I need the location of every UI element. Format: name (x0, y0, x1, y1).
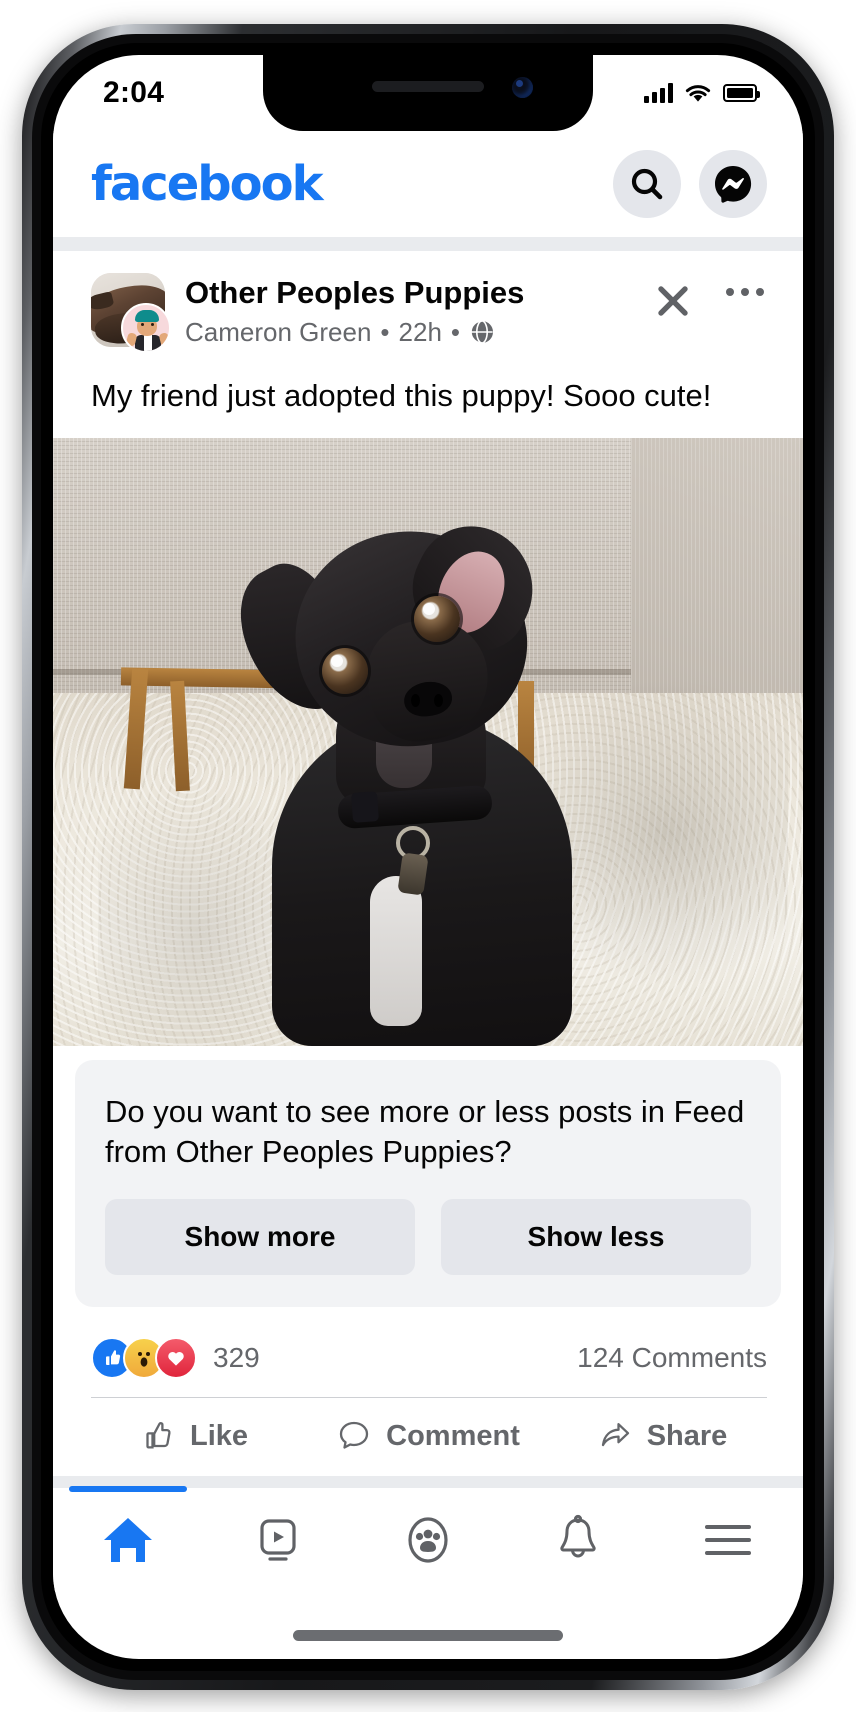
reaction-count: 329 (213, 1342, 260, 1374)
show-less-button[interactable]: Show less (441, 1199, 751, 1276)
header-actions (613, 150, 767, 218)
puppy-subject (218, 507, 638, 1046)
home-icon (104, 1518, 152, 1563)
feed-post: Other Peoples Puppies Cameron Green • 22… (53, 251, 803, 1477)
phone-screen: 2:04 facebook Other Peoples Puppies Came… (53, 55, 803, 1659)
comment-bubble-icon (339, 1422, 369, 1449)
messenger-button[interactable] (699, 150, 767, 218)
survey-container: Do you want to see more or less posts in… (53, 1045, 803, 1316)
groups-icon (408, 1517, 448, 1563)
video-play-icon (260, 1519, 296, 1561)
post-subtitle: Cameron Green • 22h • (185, 317, 651, 348)
comment-button[interactable]: Comment (311, 1418, 545, 1454)
comment-count[interactable]: 124 Comments (577, 1342, 767, 1374)
header-divider (53, 237, 803, 251)
author-mini-avatar (121, 303, 171, 353)
cellular-signal-icon (644, 83, 673, 103)
post-text: My friend just adopted this puppy! Sooo … (91, 377, 712, 413)
engagement-row: 329 124 Comments (53, 1315, 803, 1398)
home-indicator[interactable] (293, 1630, 563, 1641)
globe-icon (470, 320, 494, 344)
messenger-icon (715, 166, 752, 203)
phone-frame: 2:04 facebook Other Peoples Puppies Came… (22, 24, 834, 1690)
tab-watch[interactable] (203, 1488, 353, 1592)
active-tab-indicator (69, 1486, 187, 1493)
more-options-icon[interactable] (723, 279, 767, 305)
survey-buttons: Show more Show less (105, 1199, 751, 1276)
app-header: facebook (53, 131, 803, 237)
share-button[interactable]: Share (545, 1418, 779, 1454)
separator-2: • (450, 316, 461, 347)
status-indicators (644, 83, 760, 104)
survey-question: Do you want to see more or less posts in… (105, 1093, 745, 1169)
post-timestamp: 22h (398, 316, 442, 347)
screenshot-stage: 2:04 facebook Other Peoples Puppies Came… (0, 0, 856, 1712)
bell-icon (560, 1515, 596, 1558)
feed-survey-card: Do you want to see more or less posts in… (75, 1059, 781, 1308)
reaction-summary[interactable]: 329 (91, 1337, 260, 1380)
separator-1: • (380, 316, 390, 347)
share-button-label: Share (646, 1419, 728, 1452)
post-photo[interactable] (53, 437, 803, 1046)
thumbs-up-icon (146, 1422, 171, 1449)
wifi-icon (685, 84, 711, 102)
facebook-wordmark[interactable]: facebook (91, 156, 324, 212)
comment-button-label: Comment (386, 1419, 520, 1452)
search-button[interactable] (613, 150, 681, 218)
search-icon (631, 168, 663, 200)
earpiece-speaker (372, 81, 484, 92)
post-meta: Other Peoples Puppies Cameron Green • 22… (185, 273, 651, 348)
share-arrow-icon (601, 1423, 629, 1447)
tab-home[interactable] (53, 1486, 203, 1592)
post-page-name[interactable]: Other Peoples Puppies (185, 275, 651, 312)
post-header: Other Peoples Puppies Cameron Green • 22… (53, 251, 803, 356)
tab-menu[interactable] (653, 1488, 803, 1592)
post-action-bar: Like Comment Share (53, 1398, 803, 1477)
tab-groups[interactable] (353, 1488, 503, 1592)
phone-bezel: 2:04 facebook Other Peoples Puppies Came… (32, 34, 824, 1680)
phone-inner-bezel: 2:04 facebook Other Peoples Puppies Came… (41, 43, 815, 1671)
bottom-tab-bar (53, 1486, 803, 1593)
avatar[interactable] (91, 273, 171, 353)
notch (263, 55, 593, 131)
hamburger-menu-icon (705, 1525, 751, 1556)
close-icon[interactable] (651, 279, 695, 323)
status-time: 2:04 (103, 76, 165, 109)
show-more-button[interactable]: Show more (105, 1199, 415, 1276)
like-button[interactable]: Like (77, 1418, 311, 1454)
post-author[interactable]: Cameron Green (185, 317, 371, 348)
post-header-controls (651, 273, 767, 323)
like-button-label: Like (189, 1419, 249, 1452)
love-reaction-icon (155, 1337, 197, 1380)
tab-notifications[interactable] (503, 1488, 653, 1592)
front-camera (512, 77, 533, 98)
battery-full-icon (723, 84, 760, 102)
